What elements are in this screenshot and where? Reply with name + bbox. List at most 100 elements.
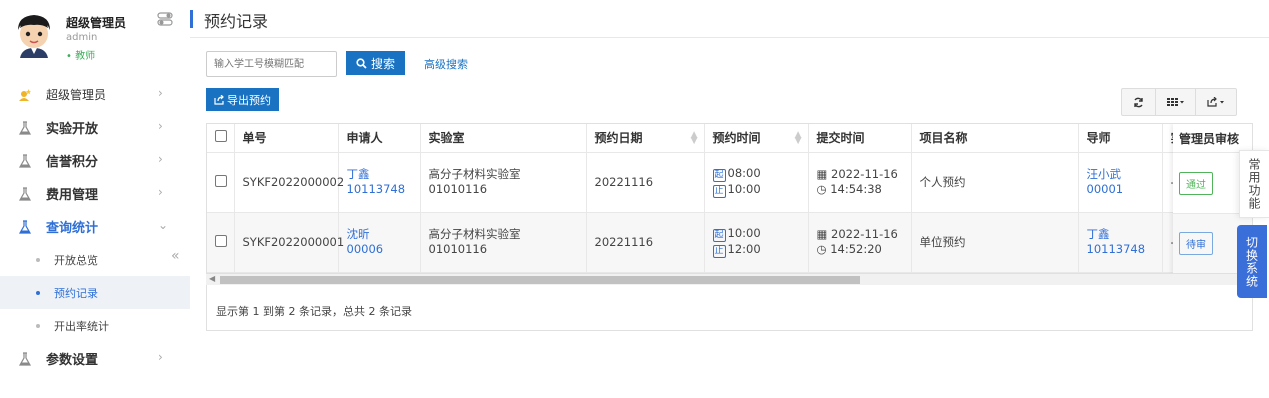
column-header[interactable]: 管理员审核 [1173, 124, 1252, 153]
scroll-left-icon[interactable]: ◀ [209, 274, 215, 283]
column-header[interactable]: 申请人 [338, 124, 421, 153]
end-tag: 止 [712, 185, 726, 198]
collapse-sidebar-icon[interactable]: « [171, 248, 180, 264]
submit-date-value: 2022-11-16 [831, 227, 898, 241]
applicant-no-link[interactable]: 10113748 [347, 182, 412, 197]
sidebar-item-label: 信誉积分 [46, 155, 99, 170]
submit-date-value: 2022-11-16 [831, 167, 898, 181]
order-id: SYKF2022000002 [234, 152, 344, 213]
share-icon [214, 94, 224, 105]
calendar-icon: ▦ [816, 167, 828, 181]
sort-icon: ▲ ▼ [690, 130, 698, 146]
switch-system-tab[interactable]: 切换系统 [1237, 225, 1267, 298]
flask-icon [18, 220, 32, 234]
tutor-name-link[interactable]: 丁鑫 [1087, 227, 1154, 242]
search-input[interactable] [206, 51, 337, 77]
sidebar-subitem-open-rate[interactable]: 开出率统计 [0, 309, 190, 342]
column-header-sortable[interactable]: 预约时间 ▲ ▼ [704, 124, 809, 153]
user-account: admin [66, 32, 98, 43]
sidebar: 超级管理员 admin • 教师 超级管理员 › 实验开放 › 信誉积分 › 费… [0, 0, 190, 398]
app-root: 超级管理员 admin • 教师 超级管理员 › 实验开放 › 信誉积分 › 费… [0, 0, 1269, 398]
column-header[interactable]: 单号 [234, 124, 339, 153]
calendar-icon: ▦ [816, 227, 828, 241]
select-all-cell [207, 124, 235, 153]
order-id: SYKF2022000001 [234, 212, 344, 273]
submit-time: ◷ 14:54:38 [817, 182, 903, 197]
sidebar-subitem-label: 预约记录 [54, 286, 98, 300]
applicant-no-link[interactable]: 00006 [347, 242, 412, 257]
columns-toggle-button[interactable] [1156, 89, 1196, 115]
user-name: 超级管理员 [66, 16, 127, 30]
tutor-name-link[interactable]: 汪小武 [1087, 167, 1154, 182]
table-header-row: 单号 申请人 实验室 预约日期▲▼ 预约时间▲▼ 提交时间 项目名称 导师 实 [207, 124, 1252, 153]
sidebar-item-credit[interactable]: 信誉积分 › [0, 144, 190, 177]
sidebar-subitem-overview[interactable]: 开放总览 [0, 243, 190, 276]
chevron-right-icon: › [158, 86, 163, 100]
submit-time-value: 14:54:38 [830, 182, 882, 196]
sidebar-item-label: 实验开放 [46, 122, 99, 137]
submit-date: ▦ 2022-11-16 [817, 227, 903, 242]
sort-icon: ▲ ▼ [794, 130, 802, 146]
column-header[interactable]: 导师 [1078, 124, 1163, 153]
lab-no: 01010116 [428, 242, 488, 256]
project-name: 个人预约 [911, 152, 1079, 213]
horizontal-scrollbar[interactable]: ◀ [206, 273, 1253, 285]
main-content: 搜索 高级搜索 导出预约 [190, 39, 1269, 398]
booking-date: 20221116 [586, 152, 705, 213]
start-time: 起 10:00 [712, 226, 800, 242]
tutor-no-link[interactable]: 00001 [1087, 182, 1154, 197]
flask-icon [18, 352, 32, 366]
column-header-sortable[interactable]: 预约日期 ▲ ▼ [586, 124, 705, 153]
sidebar-item-lab-open[interactable]: 实验开放 › [0, 111, 190, 144]
refresh-button[interactable] [1122, 89, 1156, 115]
export-menu-button[interactable] [1196, 89, 1236, 115]
avatar[interactable] [12, 12, 56, 58]
project-name: 单位预约 [911, 212, 1079, 273]
page-header: 预约记录 [190, 0, 1269, 38]
export-button-label: 导出预约 [227, 93, 271, 107]
chevron-right-icon: › [158, 185, 163, 199]
select-all-checkbox[interactable] [215, 130, 227, 143]
sidebar-item-label: 费用管理 [46, 188, 99, 203]
common-functions-tab[interactable]: 常用功能 [1239, 150, 1269, 218]
search-button[interactable]: 搜索 [346, 51, 405, 75]
sidebar-item-fees[interactable]: 费用管理 › [0, 177, 190, 210]
sidebar-subitem-booking-records[interactable]: 预约记录 [0, 276, 190, 309]
table-toolbar [1121, 88, 1237, 116]
start-time-value: 08:00 [727, 166, 761, 180]
user-panel: 超级管理员 admin • 教师 [0, 0, 190, 74]
advanced-search-link[interactable]: 高级搜索 [424, 56, 468, 72]
start-time: 起 08:00 [712, 166, 800, 182]
submit-time: ◷ 14:52:20 [817, 242, 903, 257]
search-button-label: 搜索 [370, 56, 395, 71]
column-header[interactable]: 项目名称 [911, 124, 1079, 153]
title-accent-bar [190, 10, 193, 28]
row-checkbox[interactable] [215, 174, 227, 187]
column-header[interactable]: 提交时间 [808, 124, 912, 153]
sidebar-item-superadmin[interactable]: 超级管理员 › [0, 78, 190, 111]
sidebar-item-query-stats[interactable]: 查询统计 ⌄ [0, 210, 190, 243]
lab-name: 高分子材料实验室 [428, 227, 521, 241]
tutor-no-link[interactable]: 10113748 [1087, 242, 1154, 257]
flask-icon [18, 154, 32, 168]
scrollbar-thumb[interactable] [220, 276, 860, 284]
status-badge-pass[interactable]: 通过 [1179, 171, 1213, 195]
status-badge-pending[interactable]: 待审 [1179, 232, 1213, 255]
search-icon [356, 57, 367, 69]
chevron-right-icon: › [158, 152, 163, 166]
row-checkbox[interactable] [215, 234, 227, 247]
table-row[interactable]: SYKF2022000001 沈昕 00006 高分子材料实验室 0101011… [207, 212, 1252, 273]
table-row[interactable]: SYKF2022000002 丁鑫 10113748 高分子材料实验室 0101… [207, 152, 1252, 213]
pagination-summary: 显示第 1 到第 2 条记录，总共 2 条记录 [216, 305, 412, 318]
applicant-name-link[interactable]: 沈昕 [347, 227, 412, 242]
column-header[interactable]: 实验室 [420, 124, 587, 153]
user-star-icon [19, 89, 31, 101]
toggle-icon[interactable] [157, 11, 173, 27]
export-button[interactable]: 导出预约 [206, 88, 279, 111]
sidebar-item-settings[interactable]: 参数设置 › [0, 342, 190, 375]
flask-icon [18, 121, 32, 135]
booking-date: 20221116 [586, 212, 705, 273]
sidebar-item-label: 查询统计 [46, 221, 99, 236]
bullet-icon [36, 291, 40, 295]
applicant-name-link[interactable]: 丁鑫 [347, 167, 412, 182]
